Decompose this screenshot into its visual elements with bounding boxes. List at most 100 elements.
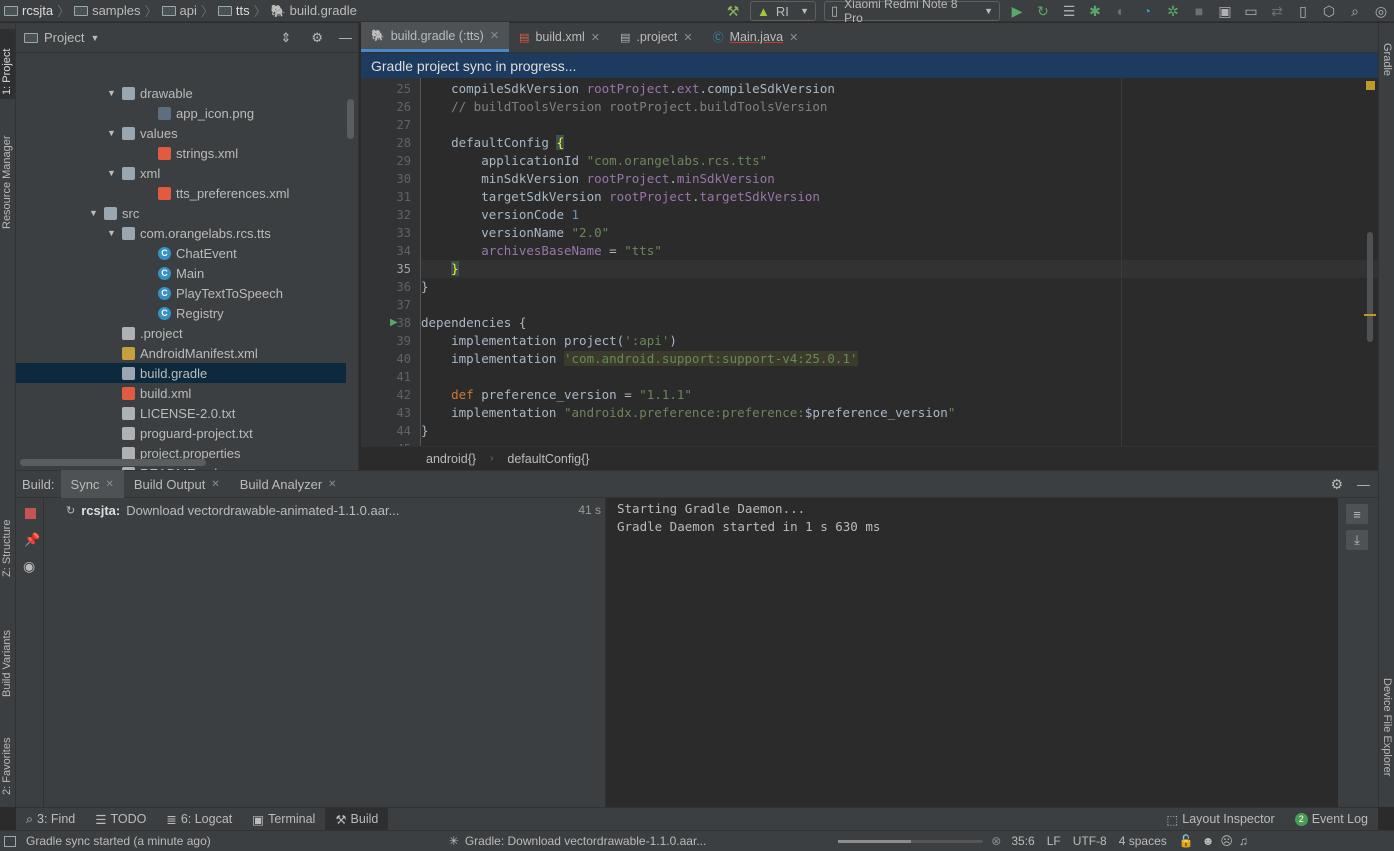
sdk-manager-icon[interactable]: ▭	[1238, 0, 1264, 22]
tree-item[interactable]: tts_preferences.xml	[143, 183, 289, 203]
breadcrumb-samples[interactable]: samples	[74, 0, 141, 22]
hammer-icon[interactable]: ⚒	[720, 0, 746, 22]
bottom-tool-button[interactable]: ⬚ Layout Inspector	[1156, 808, 1284, 831]
coverage-icon[interactable]: ✲	[1160, 0, 1186, 22]
favorites-tool-tab[interactable]: 2: Favorites	[1, 715, 13, 795]
sync-gradle-icon[interactable]: ⇄	[1264, 0, 1290, 22]
tree-item[interactable]: LICENSE-2.0.txt	[107, 403, 235, 423]
close-tab-icon[interactable]: ✕	[789, 31, 798, 44]
resource-manager-tool-tab[interactable]: Resource Manager	[1, 119, 13, 229]
close-tab-icon[interactable]: ✕	[105, 479, 113, 490]
editor-tab[interactable]: ▤ build.xml ✕	[509, 22, 610, 52]
toggle-tool-windows-icon[interactable]	[4, 835, 16, 847]
lock-icon[interactable]: 🔓	[1179, 834, 1194, 848]
editor-scrollbar[interactable]	[1362, 78, 1378, 446]
expand-arrow-icon[interactable]: ▼	[89, 208, 99, 218]
line-separator[interactable]: LF	[1047, 834, 1061, 848]
tree-item[interactable]: C ChatEvent	[143, 243, 237, 263]
tree-item[interactable]: build.xml	[107, 383, 191, 403]
editor-tab[interactable]: Ⓒ Main.java ✕	[703, 22, 809, 52]
editor-crumb-android[interactable]: android{}	[426, 452, 476, 466]
attach-debugger-icon[interactable]: ◐	[1108, 0, 1134, 22]
tree-item[interactable]: ▼ com.orangelabs.rcs.tts	[107, 223, 271, 243]
background-task-label[interactable]: Gradle: Download vectordrawable-1.1.0.aa…	[465, 834, 706, 848]
tree-item[interactable]: ▼ drawable	[107, 83, 193, 103]
tree-item[interactable]: C Registry	[143, 303, 224, 323]
minimize-icon[interactable]: —	[1357, 477, 1370, 492]
debug-icon[interactable]: ✱	[1082, 0, 1108, 22]
gear-icon[interactable]: ⚙	[1330, 476, 1343, 493]
close-tab-icon[interactable]: ✕	[328, 479, 336, 490]
close-tab-icon[interactable]: ✕	[490, 29, 499, 42]
tree-item[interactable]: .project	[107, 323, 183, 343]
close-tab-icon[interactable]: ✕	[683, 31, 692, 44]
layout-inspector-icon[interactable]: ⬡	[1316, 0, 1342, 22]
minimize-icon[interactable]: —	[339, 30, 352, 45]
tree-item[interactable]: strings.xml	[143, 143, 238, 163]
breadcrumb-rcsjta[interactable]: rcsjta	[0, 0, 53, 22]
tree-item[interactable]: ▼ values	[107, 123, 178, 143]
sad-face-icon[interactable]: ☹	[1220, 834, 1233, 848]
build-console[interactable]: Starting Gradle Daemon... Gradle Daemon s…	[607, 498, 1338, 807]
run-config-select[interactable]: ▲ RI ▼	[750, 1, 816, 21]
notification-icon[interactable]: ♫	[1239, 834, 1248, 848]
run-icon[interactable]: ▶	[1004, 0, 1030, 22]
scroll-thumb[interactable]	[1367, 232, 1373, 342]
expand-arrow-icon[interactable]: ▼	[107, 168, 117, 178]
editor-tab[interactable]: 🐘 build.gradle (:tts) ✕	[361, 22, 510, 52]
happy-face-icon[interactable]: ☻	[1202, 834, 1215, 848]
bottom-tool-button[interactable]: ⚒ Build	[325, 807, 389, 831]
breadcrumb-build-gradle[interactable]: 🐘 build.gradle	[271, 0, 357, 22]
indent-setting[interactable]: 4 spaces	[1119, 834, 1167, 848]
tree-item[interactable]: proguard-project.txt	[107, 423, 253, 443]
project-tool-tab[interactable]: 1: Project	[0, 29, 15, 99]
scroll-to-end-icon[interactable]: ⤓	[1346, 530, 1368, 550]
cancel-task-icon[interactable]: ⊗	[991, 834, 1001, 848]
bottom-tool-button[interactable]: ☰ TODO	[85, 808, 156, 831]
tree-item[interactable]: ▼ xml	[107, 163, 160, 183]
build-tab[interactable]: Build Output ✕	[124, 470, 230, 498]
eye-icon[interactable]: ◉	[23, 558, 35, 575]
stop-icon[interactable]	[25, 508, 36, 519]
bottom-tool-button[interactable]: 2 Event Log	[1285, 808, 1378, 831]
search-icon[interactable]: ⌕	[1342, 0, 1368, 22]
project-structure-icon[interactable]: ▣	[1212, 0, 1238, 22]
bottom-tool-button[interactable]: ≣ 6: Logcat	[156, 808, 242, 831]
assistant-icon[interactable]: ◎	[1368, 0, 1394, 22]
bottom-tool-button[interactable]: ▣ Terminal	[242, 808, 325, 831]
soft-wrap-icon[interactable]: ≡	[1346, 504, 1368, 524]
tree-item[interactable]: C PlayTextToSpeech	[143, 283, 283, 303]
build-variants-tool-tab[interactable]: Build Variants	[1, 607, 13, 697]
horizontal-scrollbar[interactable]	[20, 459, 206, 466]
chevron-down-icon[interactable]: ▼	[90, 33, 99, 43]
run-gutter-icon[interactable]: ▶	[390, 314, 398, 332]
breadcrumb-api[interactable]: api	[161, 0, 197, 22]
status-message[interactable]: Gradle sync started (a minute ago)	[26, 834, 211, 848]
build-task-row[interactable]: ↻ rcsjta: Download vectordrawable-animat…	[66, 500, 601, 520]
expand-arrow-icon[interactable]: ▼	[107, 228, 117, 238]
stop-icon[interactable]: ■	[1186, 0, 1212, 22]
caret-position[interactable]: 35:6	[1011, 834, 1034, 848]
gear-icon[interactable]: ⚙	[311, 30, 323, 46]
apply-changes-icon[interactable]: ↻	[1030, 0, 1056, 22]
editor-tab[interactable]: ▤ .project ✕	[610, 22, 703, 52]
device-select[interactable]: ▯ Xiaomi Redmi Note 8 Pro ▼	[824, 0, 1000, 25]
build-tab[interactable]: Build Analyzer ✕	[230, 470, 347, 498]
expand-arrow-icon[interactable]: ▼	[107, 88, 117, 98]
build-tab[interactable]: Sync ✕	[60, 470, 124, 498]
avd-manager-icon[interactable]: ▯	[1290, 0, 1316, 22]
tree-item[interactable]: C Main	[143, 263, 204, 283]
tree-item[interactable]: ▼ src	[89, 203, 139, 223]
gradle-tool-tab[interactable]: Gradle	[1381, 43, 1393, 103]
editor-crumb-defaultconfig[interactable]: defaultConfig{}	[507, 452, 589, 466]
expand-arrow-icon[interactable]: ▼	[107, 128, 117, 138]
file-encoding[interactable]: UTF-8	[1073, 834, 1107, 848]
vertical-scrollbar[interactable]	[347, 99, 354, 139]
device-file-explorer-tool-tab[interactable]: Device File Explorer	[1381, 678, 1393, 808]
structure-tool-tab[interactable]: Z: Structure	[1, 507, 13, 577]
tree-item[interactable]: build.gradle	[16, 363, 346, 383]
close-tab-icon[interactable]: ✕	[591, 31, 600, 44]
breadcrumb-tts[interactable]: tts	[217, 0, 250, 22]
pin-icon[interactable]: 📌	[24, 532, 40, 548]
bottom-tool-button[interactable]: ⌕ 3: Find	[16, 808, 85, 831]
